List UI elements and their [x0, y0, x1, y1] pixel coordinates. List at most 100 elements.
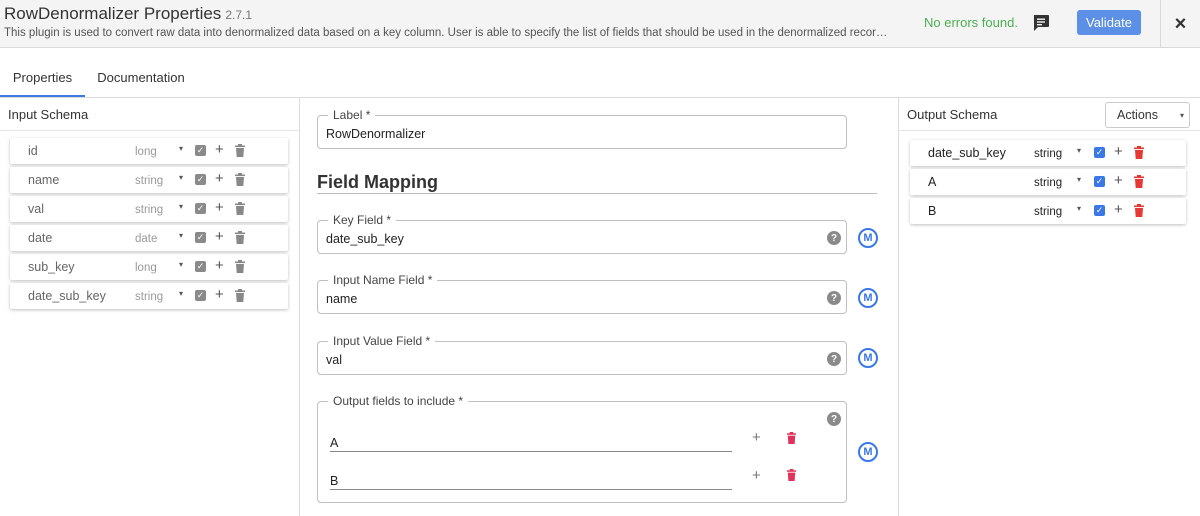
actions-dropdown[interactable]: Actions ▾: [1105, 102, 1190, 128]
chevron-down-icon: ▾: [179, 289, 184, 298]
field-type-select: long: [135, 146, 157, 158]
macro-icon[interactable]: M: [858, 442, 878, 462]
help-icon[interactable]: ?: [827, 412, 841, 426]
nullable-checkbox[interactable]: ✓: [1094, 205, 1105, 216]
input-schema-row: id long ▾ ✓ +: [10, 138, 288, 164]
nullable-checkbox: ✓: [195, 232, 206, 243]
field-name: id: [28, 144, 38, 158]
output-schema-row: A string ▾ ✓ +: [910, 169, 1186, 195]
field-name: date: [28, 231, 53, 245]
delete-row-trash-icon[interactable]: [786, 432, 797, 444]
label-field-legend: Label *: [328, 108, 376, 122]
key-field-value[interactable]: date_sub_key: [326, 232, 404, 246]
page-title: RowDenormalizer Properties 2.7.1: [4, 4, 252, 24]
trash-icon[interactable]: [1133, 175, 1145, 188]
input-name-field[interactable]: Input Name Field * name ?: [317, 273, 847, 314]
validation-status: No errors found.: [924, 15, 1018, 30]
nullable-checkbox: ✓: [195, 290, 206, 301]
plugin-version: 2.7.1: [225, 8, 253, 22]
plus-icon[interactable]: +: [1114, 202, 1123, 217]
tab-bar: Properties Documentation: [0, 61, 1200, 98]
plus-icon[interactable]: +: [1114, 144, 1123, 159]
tab-properties[interactable]: Properties: [0, 61, 85, 97]
section-divider: [317, 193, 877, 194]
plus-icon: +: [215, 141, 224, 158]
field-type-select[interactable]: string: [1034, 148, 1062, 160]
output-schema-title: Output Schema: [907, 107, 998, 122]
trash-icon: [235, 173, 245, 186]
nullable-checkbox: ✓: [195, 174, 206, 185]
trash-icon: [235, 231, 245, 244]
trash-icon: [235, 202, 245, 215]
field-name[interactable]: date_sub_key: [928, 146, 1006, 160]
plus-icon: +: [215, 228, 224, 245]
nullable-checkbox[interactable]: ✓: [1094, 147, 1105, 158]
trash-icon: [235, 144, 245, 157]
output-field-input[interactable]: A: [330, 432, 732, 452]
trash-icon: [235, 260, 245, 273]
chevron-down-icon[interactable]: ▾: [1077, 175, 1081, 184]
comment-icon[interactable]: [1031, 13, 1051, 33]
field-name: name: [28, 173, 60, 187]
input-schema-row: name string ▾ ✓ +: [10, 167, 288, 193]
chevron-down-icon: ▾: [179, 202, 184, 211]
plugin-header: RowDenormalizer Properties 2.7.1 This plu…: [0, 0, 1200, 48]
chevron-down-icon: ▾: [179, 231, 184, 240]
field-name[interactable]: A: [928, 175, 936, 189]
key-field[interactable]: Key Field * date_sub_key ?: [317, 213, 847, 254]
input-name-field-value[interactable]: name: [326, 292, 357, 306]
nullable-checkbox: ✓: [195, 145, 206, 156]
chevron-down-icon: ▾: [179, 173, 184, 182]
output-fields-legend: Output fields to include *: [328, 394, 469, 408]
help-icon[interactable]: ?: [827, 352, 841, 366]
output-field-input[interactable]: B: [330, 470, 732, 490]
chevron-down-icon[interactable]: ▾: [1077, 146, 1081, 155]
label-field[interactable]: Label * RowDenormalizer: [317, 108, 847, 149]
label-field-value[interactable]: RowDenormalizer: [326, 127, 425, 141]
tab-documentation[interactable]: Documentation: [85, 61, 197, 97]
macro-icon[interactable]: M: [858, 348, 878, 368]
nullable-checkbox[interactable]: ✓: [1094, 176, 1105, 187]
plus-icon: +: [215, 257, 224, 274]
macro-icon[interactable]: M: [858, 288, 878, 308]
add-row-plus-icon[interactable]: +: [752, 468, 761, 483]
delete-row-trash-icon[interactable]: [786, 469, 797, 481]
page-title-text: RowDenormalizer Properties: [4, 4, 222, 23]
chevron-down-icon: ▾: [179, 144, 184, 153]
add-row-plus-icon[interactable]: +: [752, 430, 761, 445]
plus-icon: +: [215, 286, 224, 303]
key-field-legend: Key Field *: [328, 213, 397, 227]
field-name[interactable]: B: [928, 204, 936, 218]
validate-button[interactable]: Validate: [1077, 10, 1141, 35]
close-button[interactable]: ×: [1160, 0, 1200, 48]
input-value-field[interactable]: Input Value Field * val ?: [317, 334, 847, 375]
trash-icon[interactable]: [1133, 146, 1145, 159]
field-type-select[interactable]: string: [1034, 206, 1062, 218]
field-type-select[interactable]: string: [1034, 177, 1062, 189]
plus-icon: +: [215, 170, 224, 187]
field-mapping-title: Field Mapping: [317, 172, 438, 192]
nullable-checkbox: ✓: [195, 261, 206, 272]
field-name: date_sub_key: [28, 289, 106, 303]
close-icon: ×: [1174, 12, 1187, 35]
help-icon[interactable]: ?: [827, 291, 841, 305]
trash-icon[interactable]: [1133, 204, 1145, 217]
output-schema-row: B string ▾ ✓ +: [910, 198, 1186, 224]
input-name-field-legend: Input Name Field *: [328, 273, 438, 287]
input-schema-title: Input Schema: [8, 107, 89, 122]
help-icon[interactable]: ?: [827, 231, 841, 245]
input-schema-row: sub_key long ▾ ✓ +: [10, 254, 288, 280]
plus-icon: +: [215, 199, 224, 216]
macro-icon[interactable]: M: [858, 228, 878, 248]
input-value-field-value[interactable]: val: [326, 353, 342, 367]
field-type-select: long: [135, 262, 157, 274]
input-schema-row: date date ▾ ✓ +: [10, 225, 288, 251]
input-schema-row: val string ▾ ✓ +: [10, 196, 288, 222]
chevron-down-icon[interactable]: ▾: [1077, 204, 1081, 213]
plugin-description[interactable]: This plugin is used to convert raw data …: [4, 27, 924, 39]
chevron-down-icon: ▾: [1179, 111, 1184, 120]
chevron-down-icon: ▾: [179, 260, 184, 269]
nullable-checkbox: ✓: [195, 203, 206, 214]
input-value-field-legend: Input Value Field *: [328, 334, 436, 348]
plus-icon[interactable]: +: [1114, 173, 1123, 188]
